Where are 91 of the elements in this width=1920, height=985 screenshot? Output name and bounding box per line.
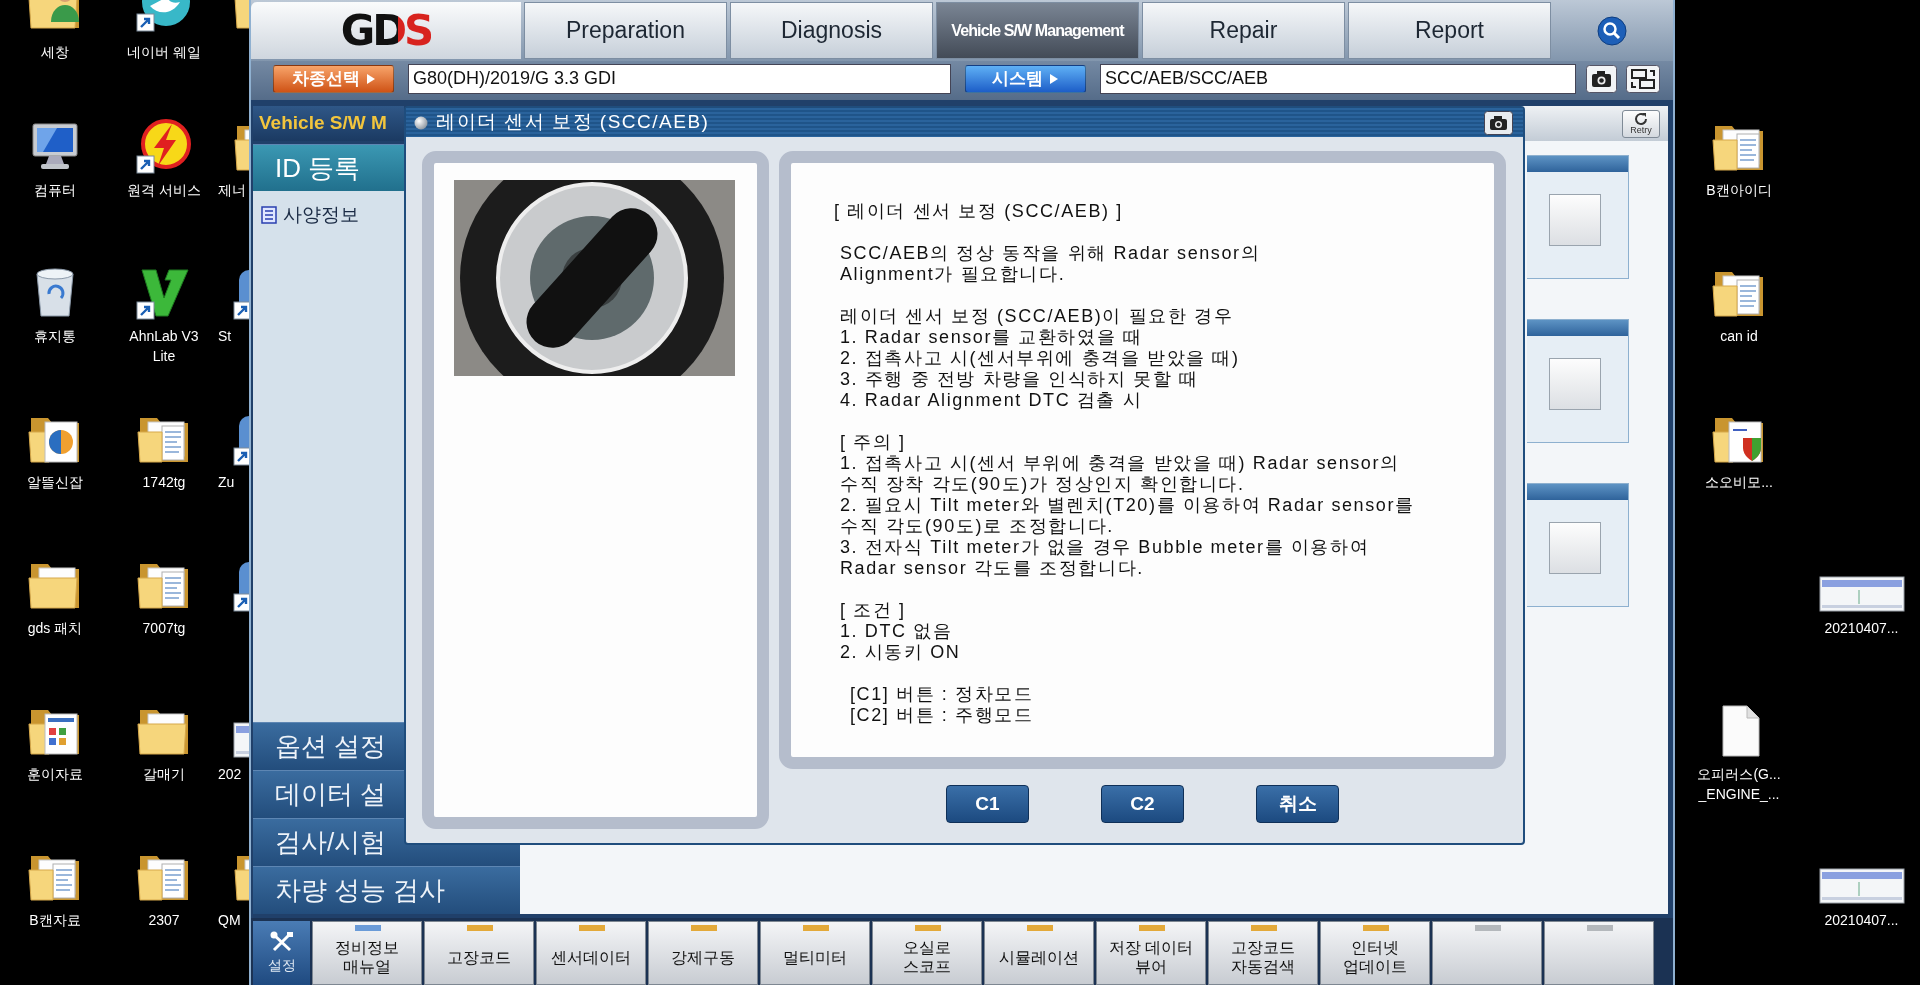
- sidebar-entry[interactable]: 사양정보: [283, 201, 359, 230]
- desktop-icon-label[interactable]: 컴퓨터: [34, 180, 76, 200]
- dialog-title: 레이더 센서 보정 (SCC/AEB): [436, 110, 710, 135]
- retry-button[interactable]: Retry: [1622, 109, 1660, 138]
- desktop-icon-label[interactable]: 세창: [41, 42, 69, 62]
- toolbar-button[interactable]: 시뮬레이션: [984, 921, 1094, 985]
- desktop-icon-label[interactable]: 갈매기: [143, 764, 185, 784]
- toolbar-button[interactable]: [1544, 921, 1654, 985]
- image-thumbnail-icon[interactable]: [1818, 576, 1905, 612]
- dialog-button[interactable]: C1: [946, 785, 1029, 823]
- search-icon[interactable]: [1597, 15, 1627, 46]
- desktop-icon-label[interactable]: 오피러스(G... _ENGINE_...: [1697, 764, 1781, 804]
- toolbar-button[interactable]: [1432, 921, 1542, 985]
- sidebar-title: Vehicle S/W M: [253, 106, 404, 141]
- instruction-text: 2. 시동키 ON: [840, 642, 961, 663]
- toolbar-button[interactable]: 고장코드: [424, 921, 534, 985]
- desktop-icon-label[interactable]: 7007tg: [142, 618, 186, 638]
- desktop-icon-label[interactable]: 알뜰신잡: [27, 472, 83, 492]
- image-thumbnail-icon[interactable]: [233, 722, 249, 758]
- desktop-icon-label[interactable]: B캔아이디: [1706, 180, 1772, 200]
- desktop-icon-label[interactable]: 2307: [148, 910, 180, 930]
- settings-button[interactable]: 설정: [253, 921, 310, 985]
- instruction-text: 3. 주행 중 전방 차량을 인식하지 못할 때: [840, 369, 1199, 390]
- sidebar-menu-item[interactable]: 옵션 설정: [253, 722, 404, 770]
- caret-icon: [365, 72, 376, 85]
- desktop-icon-label[interactable]: 네이버 웨일: [127, 42, 201, 62]
- instruction-text: 2. 필요시 Tilt meter와 별렌치(T20)를 이용하여 Radar sensor를 수직 각도(90도)로 조정합니다.: [840, 495, 1415, 537]
- sidebar-menu-item[interactable]: ID 등록: [253, 144, 404, 191]
- button-legend-text: [C2] 버튼 : 주행모드: [850, 705, 1034, 726]
- instruction-text: 1. 접촉사고 시(센서 부위에 충격을 받았을 때) Radar sensor의 수직 장착 각도(90도)가 정상인지 확인합니다.: [840, 453, 1400, 495]
- system-select-button[interactable]: 시스템: [965, 64, 1086, 93]
- image-thumbnail-icon[interactable]: [1818, 868, 1905, 904]
- nav-tab[interactable]: Preparation: [524, 2, 727, 59]
- camera-icon[interactable]: [1484, 110, 1513, 135]
- nav-tab[interactable]: Diagnosis: [730, 2, 933, 59]
- desktop-icon-label[interactable]: 소오비모...: [1705, 472, 1773, 492]
- app-icon[interactable]: [136, 0, 192, 32]
- input-field[interactable]: [1549, 194, 1601, 246]
- toolbar-button[interactable]: 강제구동: [648, 921, 758, 985]
- instruction-text: 3. 전자식 Tilt meter가 없을 경우 Bubble meter를 이용하여 Radar sensor 각도를 조정합니다.: [840, 537, 1370, 579]
- tools-icon: [269, 930, 294, 953]
- desktop-icon-label[interactable]: 휴지통: [34, 326, 76, 346]
- layout-icon[interactable]: [1626, 64, 1660, 93]
- toolbar-button[interactable]: 저장 데이터 뷰어: [1096, 921, 1206, 985]
- desktop-icon-label[interactable]: 제너: [218, 180, 246, 200]
- instruction-text: 2. 접촉사고 시(센서부위에 충격을 받았을 때): [840, 348, 1240, 369]
- desktop-icon-label[interactable]: 훈이자료: [27, 764, 83, 784]
- lightning-icon[interactable]: [136, 118, 192, 174]
- nav-tab[interactable]: Repair: [1142, 2, 1345, 59]
- instruction-text: 1. DTC 없음: [840, 621, 953, 642]
- instruction-text: 1. Radar sensor를 교환하였을 때: [840, 327, 1143, 348]
- desktop-icon-label[interactable]: Zu: [218, 472, 235, 492]
- dialog-heading: [ 레이더 센서 보정 (SCC/AEB) ]: [834, 201, 1123, 222]
- toolbar-button[interactable]: 고장코드 자동검색: [1208, 921, 1318, 985]
- input-field[interactable]: [1549, 358, 1601, 410]
- toolbar-button[interactable]: 오실로 스코프: [872, 921, 982, 985]
- desktop-icon-label[interactable]: QM: [218, 910, 241, 930]
- sidebar-menu-item[interactable]: 차량 성능 검사: [253, 866, 520, 914]
- nav-tab[interactable]: Vehicle S/W Management: [936, 2, 1139, 59]
- vehicle-field[interactable]: G80(DH)/2019/G 3.3 GDI: [408, 63, 951, 94]
- desktop-icon-label[interactable]: St: [218, 326, 232, 346]
- desktop-icon-label[interactable]: B캔자료: [29, 910, 81, 930]
- desktop-icon-label[interactable]: 202: [218, 764, 242, 784]
- sidebar-menu-item[interactable]: 데이터 설: [253, 770, 404, 818]
- instruction-text: 4. Radar Alignment DTC 검출 시: [840, 390, 1143, 411]
- desktop-icon-label[interactable]: can id: [1720, 326, 1758, 346]
- caret-icon: [1049, 72, 1059, 85]
- nav-tab[interactable]: Report: [1348, 2, 1551, 59]
- toolbar-button[interactable]: 정비정보 매뉴얼: [312, 921, 422, 985]
- desktop-icon-label[interactable]: 1742tg: [142, 472, 186, 492]
- desktop-icon-label[interactable]: 원격 서비스: [127, 180, 201, 200]
- instruction-text: [ 조건 ]: [840, 600, 906, 621]
- instruction-text: [ 주의 ]: [840, 432, 906, 453]
- instruction-text: SCC/AEB의 정상 동작을 위해 Radar sensor의 Alignment가 필요합니다.: [840, 243, 1261, 285]
- bullet-icon: [414, 115, 428, 130]
- desktop-icon-label[interactable]: 20210407...: [1824, 910, 1899, 930]
- dialog-button[interactable]: C2: [1101, 785, 1184, 823]
- camera-icon[interactable]: [1586, 64, 1617, 93]
- desktop-icon-label[interactable]: gds 패치: [27, 618, 83, 638]
- input-field[interactable]: [1549, 522, 1601, 574]
- dialog-button[interactable]: 취소: [1256, 785, 1339, 823]
- desktop-icon-label[interactable]: AhnLab V3 Lite: [129, 326, 199, 366]
- toolbar-button[interactable]: 센서데이터: [536, 921, 646, 985]
- toolbar-button[interactable]: 멀티미터: [760, 921, 870, 985]
- list-icon: [261, 206, 277, 225]
- desktop-icon-label[interactable]: 20210407...: [1824, 618, 1899, 638]
- instruction-text: 레이더 센서 보정 (SCC/AEB)이 필요한 경우: [840, 306, 1234, 327]
- button-legend-text: [C1] 버튼 : 정차모드: [850, 684, 1034, 705]
- refresh-icon: [1633, 112, 1649, 126]
- toolbar-button[interactable]: 인터넷 업데이트: [1320, 921, 1430, 985]
- system-field[interactable]: SCC/AEB/SCC/AEB: [1100, 63, 1576, 94]
